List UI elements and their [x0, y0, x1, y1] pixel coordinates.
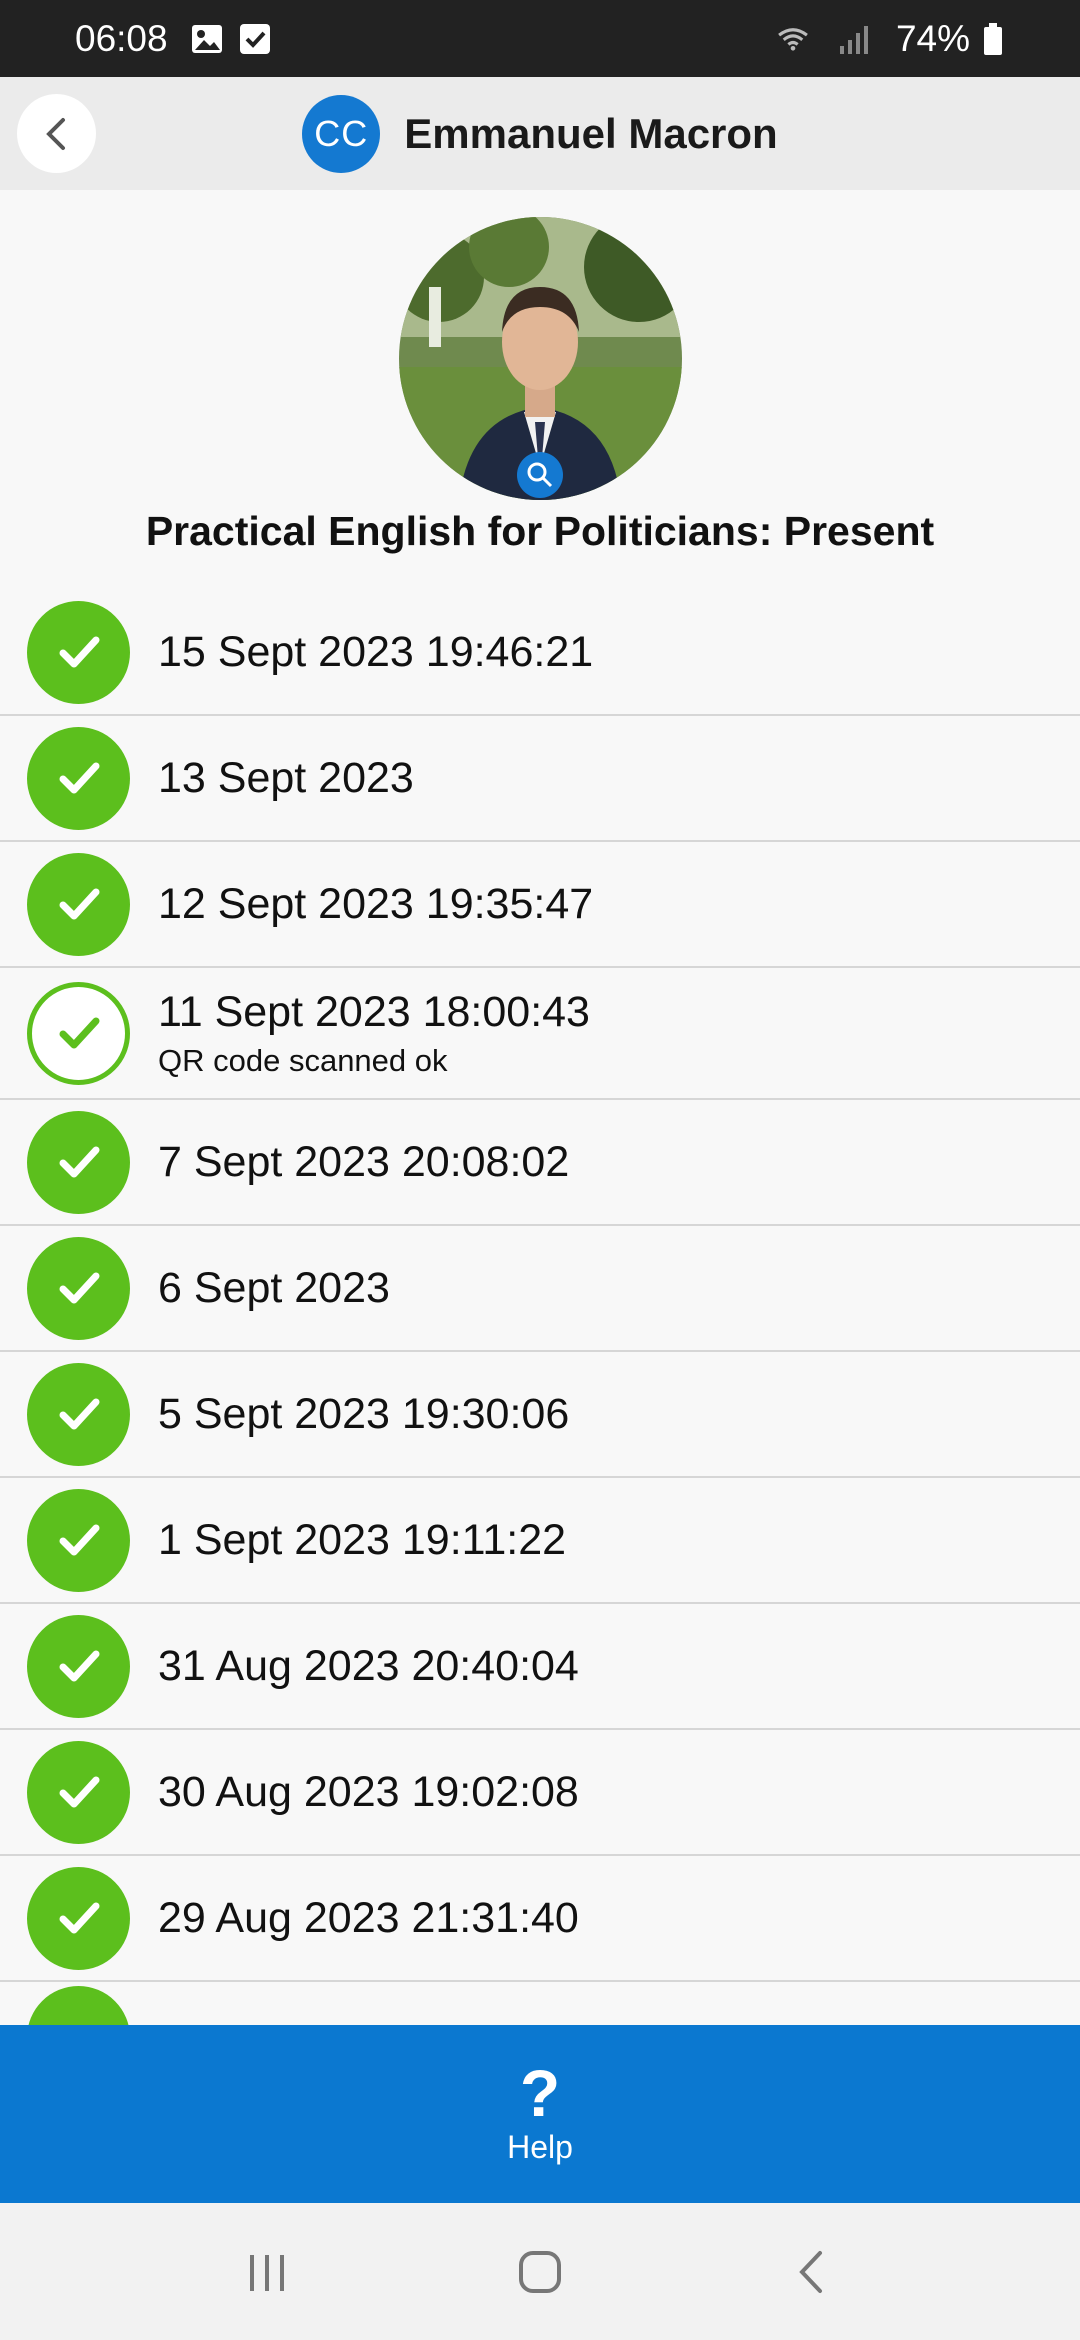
checkmark-icon: [27, 1986, 130, 2025]
list-item-date: 31 Aug 2023 20:40:04: [158, 1641, 579, 1690]
checkmark-icon: [27, 1866, 130, 1970]
list-item-date: 29 Aug 2023 21:31:40: [158, 1893, 579, 1942]
zoom-photo-button[interactable]: [516, 452, 563, 498]
app-header: CC Emmanuel Macron: [0, 77, 1080, 190]
battery-percent: 74%: [895, 17, 970, 59]
checkmark-icon: [27, 1488, 130, 1592]
profile-section: Practical English for Politicians: Prese…: [0, 190, 1080, 590]
zoom-icon: [527, 462, 552, 488]
help-label: Help: [507, 2128, 573, 2165]
list-item-date: 1 Sept 2023 19:11:22: [158, 1515, 567, 1564]
list-item[interactable]: 31 Aug 2023 20:40:04: [0, 1604, 1080, 1730]
list-item-date: 15 Sept 2023 19:46:21: [158, 627, 594, 676]
signal-icon: [836, 22, 870, 56]
list-item[interactable]: 29 Aug 2023 21:31:40: [0, 1856, 1080, 1982]
checkmark-icon: [27, 726, 130, 830]
list-item[interactable]: 1 Sept 2023 19:11:22: [0, 1478, 1080, 1604]
page-title: Emmanuel Macron: [404, 109, 778, 157]
status-bar: 06:08 74%: [0, 0, 1080, 77]
checkmark-icon: [27, 1236, 130, 1340]
checkbox-icon: [238, 22, 272, 56]
avatar: CC: [302, 94, 381, 173]
back-icon: [799, 2250, 823, 2293]
list-item-date: 13 Sept 2023: [158, 753, 414, 802]
list-item[interactable]: 12 Sept 2023 19:35:47: [0, 842, 1080, 968]
list-item[interactable]: 30 Aug 2023 19:02:08: [0, 1730, 1080, 1856]
list-item-date: 30 Aug 2023 19:02:08: [158, 1767, 579, 1816]
list-item-date: 11 Sept 2023 18:00:43: [158, 987, 590, 1036]
home-icon: [518, 2250, 561, 2293]
list-item-date: 7 Sept 2023 20:08:02: [158, 1137, 570, 1186]
back-chevron-icon: [45, 117, 65, 150]
list-item-date: 5 Sept 2023 19:30:06: [158, 1389, 570, 1438]
checkmark-icon: [27, 1362, 130, 1466]
checkmark-icon: [27, 1110, 130, 1214]
profile-photo-wrapper[interactable]: [398, 217, 682, 500]
checkmark-icon: [27, 1740, 130, 1844]
list-item[interactable]: 6 Sept 2023: [0, 1226, 1080, 1352]
system-back-button[interactable]: [783, 2242, 843, 2302]
recents-button[interactable]: [237, 2242, 297, 2302]
list-item[interactable]: 11 Sept 2023 18:00:43 QR code scanned ok: [0, 968, 1080, 1100]
list-item[interactable]: 5 Sept 2023 19:30:06: [0, 1352, 1080, 1478]
checkmark-icon: [27, 1614, 130, 1718]
status-time: 06:08: [75, 17, 168, 59]
list-item-date: 6 Sept 2023: [158, 1263, 390, 1312]
system-nav-bar: [0, 2203, 1080, 2340]
header-center: CC Emmanuel Macron: [302, 94, 778, 173]
list-item[interactable]: 7 Sept 2023 20:08:02: [0, 1100, 1080, 1226]
checkmark-icon: [27, 852, 130, 956]
course-title: Practical English for Politicians: Prese…: [145, 508, 935, 554]
help-button[interactable]: ? Help: [0, 2025, 1080, 2203]
list-item-partial[interactable]: [0, 1982, 1080, 2025]
back-button[interactable]: [17, 94, 96, 173]
checkmark-outline-icon: [27, 981, 130, 1085]
list-item[interactable]: 13 Sept 2023: [0, 716, 1080, 842]
wifi-icon: [776, 22, 810, 56]
gallery-icon: [190, 22, 224, 56]
recents-icon: [249, 2254, 284, 2291]
attendance-list[interactable]: 15 Sept 2023 19:46:21 13 Sept 2023 12 Se…: [0, 590, 1080, 2025]
list-item-date: 12 Sept 2023 19:35:47: [158, 879, 594, 928]
list-item[interactable]: 15 Sept 2023 19:46:21: [0, 590, 1080, 716]
help-icon: ?: [519, 2055, 561, 2130]
battery-icon: [982, 22, 1004, 56]
checkmark-icon: [27, 600, 130, 704]
home-button[interactable]: [510, 2242, 570, 2302]
list-item-note: QR code scanned ok: [158, 1042, 448, 1078]
